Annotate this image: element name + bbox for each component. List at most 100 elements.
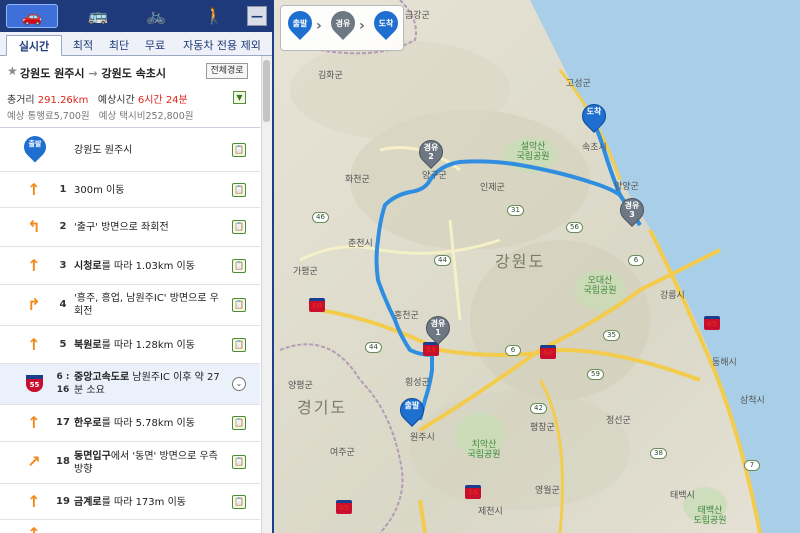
- destination-marker[interactable]: 도착: [577, 99, 611, 138]
- route-number: 38: [650, 448, 667, 459]
- route-number: 31: [507, 205, 524, 216]
- route-number: 6: [628, 255, 644, 266]
- step-detail-button[interactable]: 📋: [232, 338, 246, 352]
- summary-toggle-button[interactable]: ▼: [233, 91, 246, 104]
- arrow-up-icon: ↑: [27, 492, 41, 511]
- waypoint-1-marker[interactable]: 경유 1: [421, 311, 455, 350]
- turn-right-icon: ↱: [27, 295, 41, 314]
- route-step-indicator: 출발 › 경유 › 도착: [280, 5, 404, 51]
- chevron-right-icon: ›: [316, 18, 322, 34]
- route-number: 56: [566, 222, 583, 233]
- arrow-up-icon: ↑: [24, 524, 44, 533]
- map-label: 태백시: [670, 491, 695, 501]
- map-label: 가평군: [293, 267, 318, 277]
- star-icon[interactable]: ★: [7, 64, 18, 78]
- route-number: 44: [365, 342, 382, 353]
- list-item[interactable]: ↑: [0, 520, 260, 533]
- waypoint-step-pin: 경유: [326, 6, 360, 43]
- total-distance: 291.26km: [37, 95, 89, 106]
- map-label: 양평군: [288, 381, 313, 391]
- arrow-up-icon: ↑: [27, 180, 41, 199]
- map-label: 동해시: [712, 358, 737, 368]
- scrollbar-thumb[interactable]: [263, 60, 270, 122]
- tab-shortest[interactable]: 최단: [102, 35, 136, 56]
- list-item[interactable]: ↑ 5 북원로를 따라 1.28km 이동 📋: [0, 326, 260, 364]
- route-shield: 65: [704, 316, 720, 330]
- map-label: 제천시: [478, 507, 503, 517]
- map-label: 영월군: [535, 486, 560, 496]
- collapse-panel-button[interactable]: —: [247, 6, 267, 26]
- list-item[interactable]: ↑ 1 300m 이동 📋: [0, 172, 260, 208]
- map-label: 속초시: [582, 143, 607, 153]
- map-label: 양양군: [614, 182, 639, 192]
- map-label-park: 치악산 국립공원: [467, 440, 501, 460]
- tab-optimal[interactable]: 최적: [66, 35, 100, 56]
- bus-mode-tab[interactable]: 🚌: [72, 4, 124, 28]
- list-item[interactable]: ↗ 18 동면입구에서 '동면' 방면으로 우측방향 📋: [0, 442, 260, 484]
- arrow-up-icon: ↑: [27, 256, 41, 275]
- step-detail-button[interactable]: 📋: [232, 183, 246, 197]
- car-icon: 🚗: [22, 7, 42, 26]
- distance-time-line: 총거리 291.26km 예상시간 6시간 24분: [7, 95, 188, 106]
- route-number: 35: [603, 330, 620, 341]
- list-item[interactable]: ↱ 4 '흥주, 흥업, 남원주IC' 방면으로 우회전 📋: [0, 285, 260, 326]
- route-number: 42: [530, 403, 547, 414]
- turn-left-icon: ↰: [27, 217, 41, 236]
- step-detail-button[interactable]: 📋: [232, 220, 246, 234]
- full-route-button[interactable]: 전체경로: [206, 63, 248, 79]
- scrollbar-track[interactable]: [261, 56, 272, 533]
- route-number: 6: [505, 345, 521, 356]
- route-title: 강원도 원주시 → 강원도 속초시: [20, 67, 167, 80]
- tab-exclude-motorway[interactable]: 자동차 전용 제외: [176, 35, 268, 56]
- route-summary: ★ 강원도 원주시 → 강원도 속초시 전체경로 총거리 291.26km 예상…: [0, 56, 260, 128]
- directions-panel: 🚗 🚌 🚲 🚶 — 실시간 최적 최단 무료 자동차 전용 제외 ★ 강원도 원…: [0, 0, 274, 533]
- map-label-province: 경기도: [297, 398, 348, 417]
- bicycle-mode-tab[interactable]: 🚲: [130, 4, 182, 28]
- arrow-up-icon: ↑: [27, 413, 41, 432]
- map-label: 정선군: [606, 416, 631, 426]
- list-item-start[interactable]: 출발 강원도 원주시 📋: [0, 128, 260, 172]
- walk-mode-tab[interactable]: 🚶: [188, 4, 240, 28]
- list-item[interactable]: ↑ 17 한우로를 따라 5.78km 이동 📋: [0, 405, 260, 442]
- step-detail-button[interactable]: 📋: [232, 495, 246, 509]
- map-label: 금강군: [405, 11, 430, 21]
- list-item-highway[interactable]: 55 6 : 16 중앙고속도로 남원주IC 이후 약 27분 소요 ⌄: [0, 364, 260, 405]
- step-detail-button[interactable]: 📋: [232, 416, 246, 430]
- fee-line: 예상 통행료5,700원 예상 택시비252,800원: [7, 111, 194, 122]
- list-item[interactable]: ↰ 2 '출구' 방면으로 좌회전 📋: [0, 208, 260, 247]
- route-shield: 50: [540, 345, 556, 359]
- step-detail-button[interactable]: 📋: [232, 298, 246, 312]
- map-label: 강릉시: [660, 291, 685, 301]
- slight-right-icon: ↗: [27, 452, 41, 471]
- car-mode-tab[interactable]: 🚗: [6, 4, 58, 28]
- route-option-tabs: 실시간 최적 최단 무료 자동차 전용 제외: [0, 32, 272, 56]
- waypoint-2-marker[interactable]: 경유 2: [414, 135, 448, 174]
- expand-button[interactable]: ⌄: [232, 377, 246, 391]
- route-shield: 60: [309, 298, 325, 312]
- walk-icon: 🚶: [204, 6, 224, 25]
- bus-icon: 🚌: [88, 6, 108, 25]
- tab-realtime[interactable]: 실시간: [6, 35, 62, 56]
- map-label: 고성군: [566, 79, 591, 89]
- map-label: 김화군: [318, 71, 343, 81]
- map-label-park: 태백산 도립공원: [693, 506, 727, 526]
- step-detail-button[interactable]: 📋: [232, 455, 246, 469]
- map-label-park: 오대산 국립공원: [583, 276, 617, 296]
- step-detail-button[interactable]: 📋: [232, 143, 246, 157]
- transport-mode-bar: 🚗 🚌 🚲 🚶 —: [0, 0, 274, 32]
- map-label: 삼척시: [740, 396, 765, 406]
- start-marker[interactable]: 출발: [395, 393, 429, 432]
- chevron-right-icon: ›: [359, 18, 365, 34]
- tab-free[interactable]: 무료: [138, 35, 172, 56]
- route-number: 7: [744, 460, 760, 471]
- bicycle-icon: 🚲: [146, 6, 166, 25]
- list-item[interactable]: ↑ 19 금계로를 따라 173m 이동 📋: [0, 484, 260, 520]
- step-detail-button[interactable]: 📋: [232, 259, 246, 273]
- route-number: 44: [434, 255, 451, 266]
- map-label: 평창군: [530, 423, 555, 433]
- map-label: 홍천군: [394, 311, 419, 321]
- map-label: 화천군: [345, 175, 370, 185]
- estimated-time: 6시간 24분: [137, 95, 188, 106]
- waypoint-3-marker[interactable]: 경유 3: [615, 193, 649, 232]
- list-item[interactable]: ↑ 3 시청로를 따라 1.03km 이동 📋: [0, 247, 260, 285]
